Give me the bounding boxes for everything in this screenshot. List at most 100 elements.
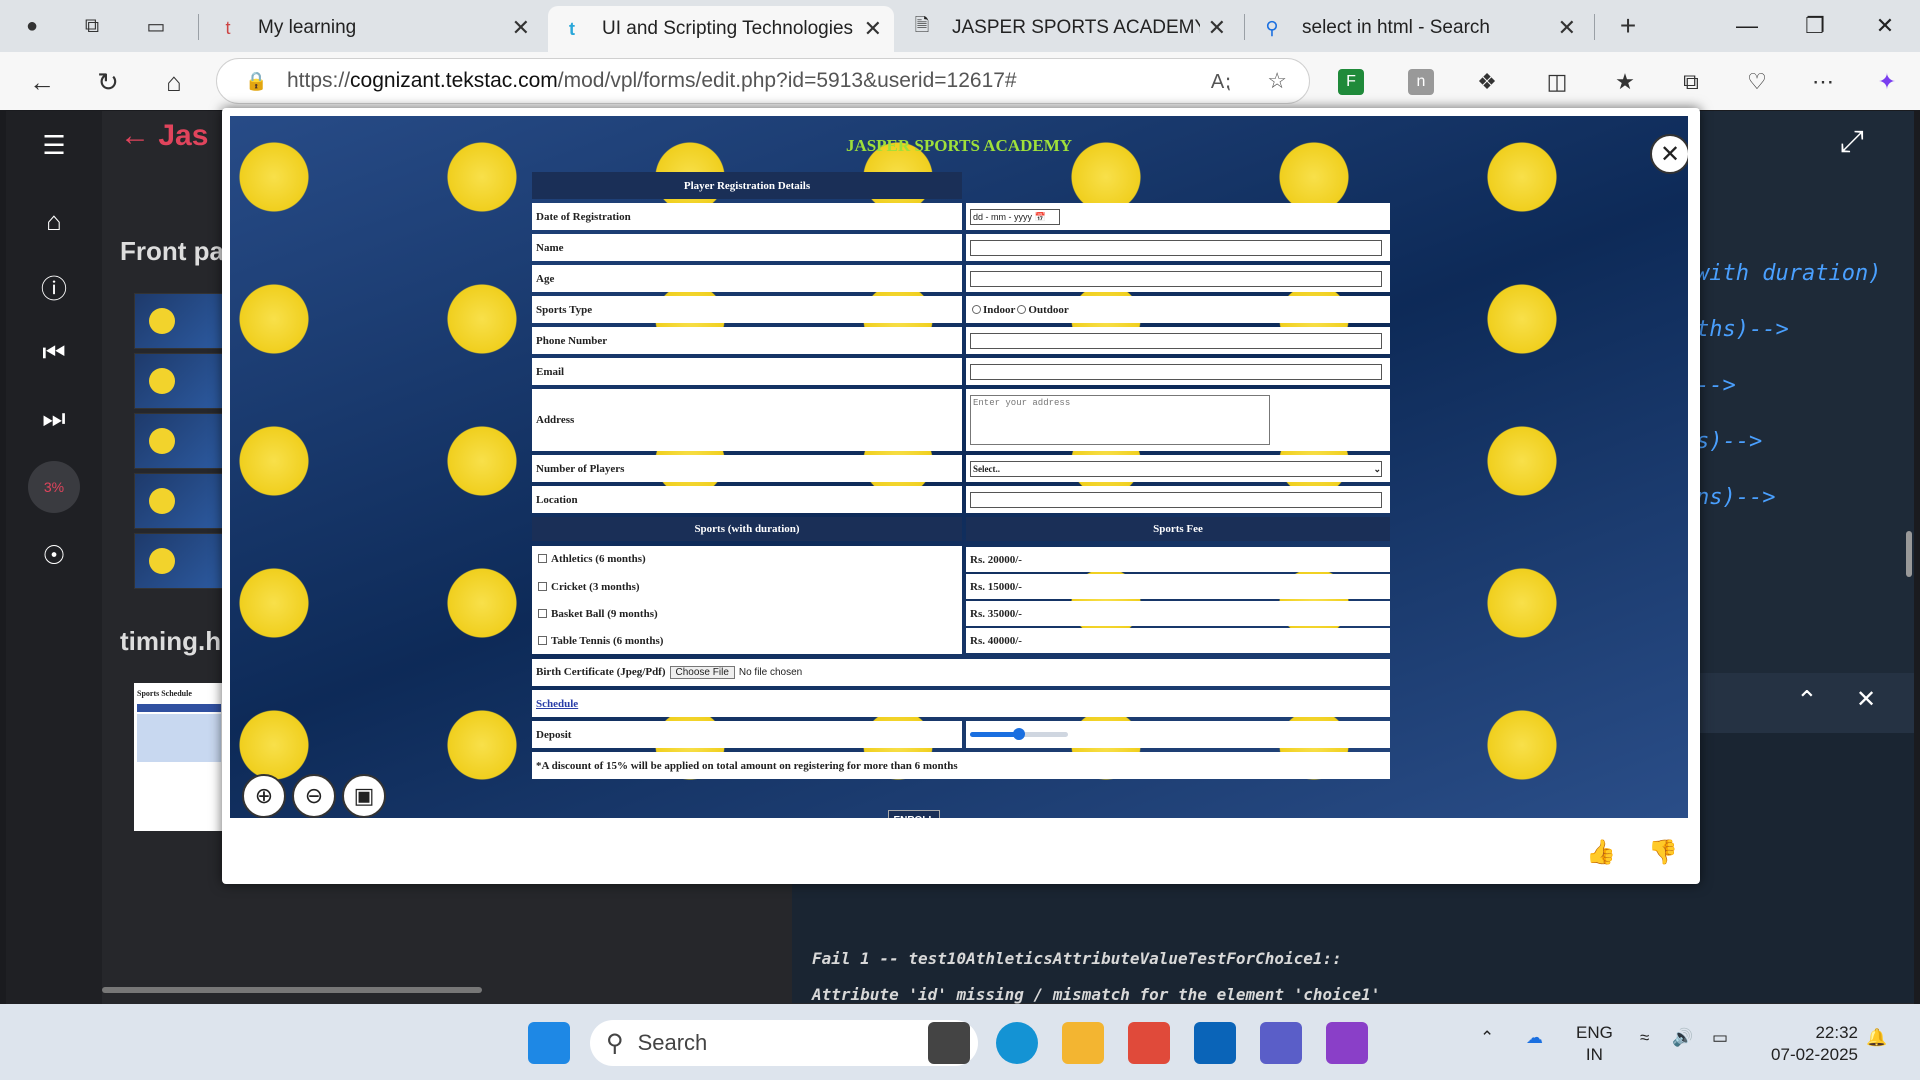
sport-option: Table Tennis (6 months) — [532, 627, 962, 654]
site-title: JASPER SPORTS ACADEMY — [845, 136, 1073, 155]
birth-certificate-row: Birth Certificate (Jpeg/Pdf) Choose File N… — [532, 659, 1390, 686]
email-input[interactable] — [970, 363, 1382, 380]
start-icon[interactable] — [528, 1022, 570, 1064]
phone-input[interactable] — [970, 332, 1382, 349]
extension-green-icon[interactable]: F — [1338, 69, 1364, 95]
store-icon[interactable] — [1128, 1022, 1170, 1064]
location-input[interactable] — [970, 491, 1382, 508]
close-tab-icon[interactable]: ✕ — [864, 16, 882, 42]
previous-icon[interactable]: ⏮ — [30, 329, 78, 377]
favorite-star-icon[interactable]: ☆ — [1267, 68, 1287, 94]
notification-bell-icon[interactable]: 🔔 — [1866, 1028, 1887, 1048]
volume-icon[interactable]: 🔊 — [1672, 1028, 1693, 1048]
cricket-checkbox[interactable] — [538, 581, 547, 591]
file-explorer-icon[interactable] — [1062, 1022, 1104, 1064]
home-icon[interactable]: ⌂ — [30, 197, 78, 245]
vertical-scrollbar[interactable] — [1906, 531, 1912, 577]
sport-fee: Rs. 40000/- — [966, 628, 1390, 653]
clock[interactable]: 22:32 07-02-2025 — [1762, 1022, 1858, 1066]
onedrive-icon[interactable]: ☁ — [1526, 1028, 1543, 1048]
sport-fee: Rs. 15000/- — [966, 574, 1390, 599]
slider-thumb[interactable] — [1013, 728, 1025, 741]
preview-thumbnail[interactable] — [134, 473, 224, 529]
choose-file-button[interactable]: Choose File — [669, 666, 735, 679]
schedule-thumbnail[interactable]: Sports Schedule — [134, 683, 224, 831]
age-input[interactable] — [970, 270, 1382, 287]
refresh-icon[interactable]: ↻ — [88, 62, 128, 102]
table-tennis-checkbox[interactable] — [538, 635, 547, 645]
tab-actions-icon[interactable]: ▭ — [138, 10, 174, 42]
wifi-icon[interactable]: ≈ — [1640, 1028, 1649, 1048]
browser-essentials-icon[interactable]: ♡ — [1740, 65, 1774, 99]
close-modal-icon[interactable]: ✕ — [1650, 134, 1688, 174]
read-aloud-icon[interactable]: A⁏ — [1211, 69, 1231, 94]
close-tab-icon[interactable]: ✕ — [1558, 15, 1576, 41]
close-window-icon[interactable]: ✕ — [1860, 8, 1910, 44]
tab-jasper-sports[interactable]: 🗎 JASPER SPORTS ACADEMY ✕ — [898, 6, 1238, 50]
address-textarea[interactable]: Enter your address — [970, 395, 1270, 445]
extensions-icon[interactable]: ❖ — [1470, 65, 1504, 99]
new-tab-icon[interactable]: + — [1610, 10, 1646, 42]
page-icon: 🗎 — [914, 15, 930, 35]
next-icon[interactable]: ⏭ — [30, 395, 78, 443]
close-tab-icon[interactable]: ✕ — [512, 15, 530, 41]
back-icon[interactable]: ← — [22, 62, 62, 102]
preview-thumbnail[interactable] — [134, 533, 224, 589]
task-view-icon[interactable] — [928, 1022, 970, 1064]
info-icon[interactable]: ⓘ — [30, 263, 78, 311]
more-menu-icon[interactable]: ⋯ — [1806, 65, 1840, 99]
calendar-icon[interactable]: 📅 — [1035, 212, 1046, 222]
zoom-in-icon[interactable]: ⊕ — [242, 774, 286, 818]
progress-indicator: 3% — [28, 461, 80, 513]
collapse-up-icon[interactable]: ⌃ — [1796, 685, 1818, 716]
home-icon[interactable]: ⌂ — [154, 62, 194, 102]
enroll-button[interactable]: ENROLL — [888, 810, 940, 818]
name-label: Name — [532, 234, 962, 261]
tab-my-learning[interactable]: t My learning ✕ — [204, 6, 542, 50]
help-icon[interactable]: ☉ — [30, 531, 78, 579]
indoor-radio[interactable] — [972, 304, 981, 314]
workspaces-icon[interactable]: ⧉ — [74, 10, 110, 42]
favorites-icon[interactable]: ★ — [1608, 65, 1642, 99]
outlook-icon[interactable] — [1194, 1022, 1236, 1064]
basketball-checkbox[interactable] — [538, 608, 547, 618]
extension-n-icon[interactable]: n — [1408, 69, 1434, 95]
close-tab-icon[interactable]: ✕ — [1208, 15, 1226, 41]
horizontal-scrollbar[interactable] — [102, 987, 482, 993]
deposit-slider[interactable] — [970, 728, 1068, 741]
edge-icon[interactable] — [996, 1022, 1038, 1064]
back-arrow-icon[interactable]: ← — [120, 119, 158, 152]
page-title: ← Jas — [120, 119, 209, 152]
thumbs-up-icon[interactable]: 👍 — [1586, 838, 1616, 867]
collections-icon[interactable]: ⧉ — [1674, 65, 1708, 99]
athletics-checkbox[interactable] — [538, 554, 547, 564]
taskbar-search[interactable]: ⚲ Search — [590, 1020, 978, 1066]
preview-thumbnail[interactable] — [134, 413, 224, 469]
schedule-link[interactable]: Schedule — [536, 698, 578, 710]
preview-thumbnail[interactable] — [134, 293, 224, 349]
zoom-out-icon[interactable]: ⊖ — [292, 774, 336, 818]
url-field[interactable]: 🔒 https://cognizant.tekstac.com/mod/vpl/… — [216, 58, 1310, 104]
show-hidden-icon[interactable]: ⌃ — [1480, 1028, 1494, 1048]
players-select[interactable]: Select.. ⌄ — [970, 460, 1382, 477]
profile-icon[interactable]: ● — [14, 10, 50, 42]
fullscreen-icon[interactable]: ⤢ — [1840, 125, 1864, 159]
date-input[interactable]: dd - mm - yyyy 📅 — [970, 208, 1060, 225]
visual-studio-icon[interactable] — [1326, 1022, 1368, 1064]
teams-icon[interactable] — [1260, 1022, 1302, 1064]
language-indicator[interactable]: ENG IN — [1576, 1022, 1613, 1066]
preview-thumbnail[interactable] — [134, 353, 224, 409]
thumbs-down-icon[interactable]: 👎 — [1648, 838, 1678, 867]
copilot-icon[interactable]: ✦ — [1870, 65, 1904, 99]
name-input[interactable] — [970, 239, 1382, 256]
minimize-icon[interactable]: — — [1722, 8, 1772, 44]
restore-icon[interactable]: ❐ — [1790, 8, 1840, 44]
split-screen-icon[interactable]: ◫ — [1540, 65, 1574, 99]
tab-search[interactable]: ⚲ select in html - Search ✕ — [1248, 6, 1588, 50]
outdoor-radio[interactable] — [1017, 304, 1027, 314]
battery-icon[interactable]: ▭ — [1712, 1028, 1728, 1048]
tab-ui-scripting[interactable]: t UI and Scripting Technologies Ja ✕ — [548, 6, 894, 52]
menu-icon[interactable]: ☰ — [30, 121, 78, 169]
close-panel-icon[interactable]: ✕ — [1856, 685, 1876, 714]
fit-screen-icon[interactable]: ▣ — [342, 774, 386, 818]
